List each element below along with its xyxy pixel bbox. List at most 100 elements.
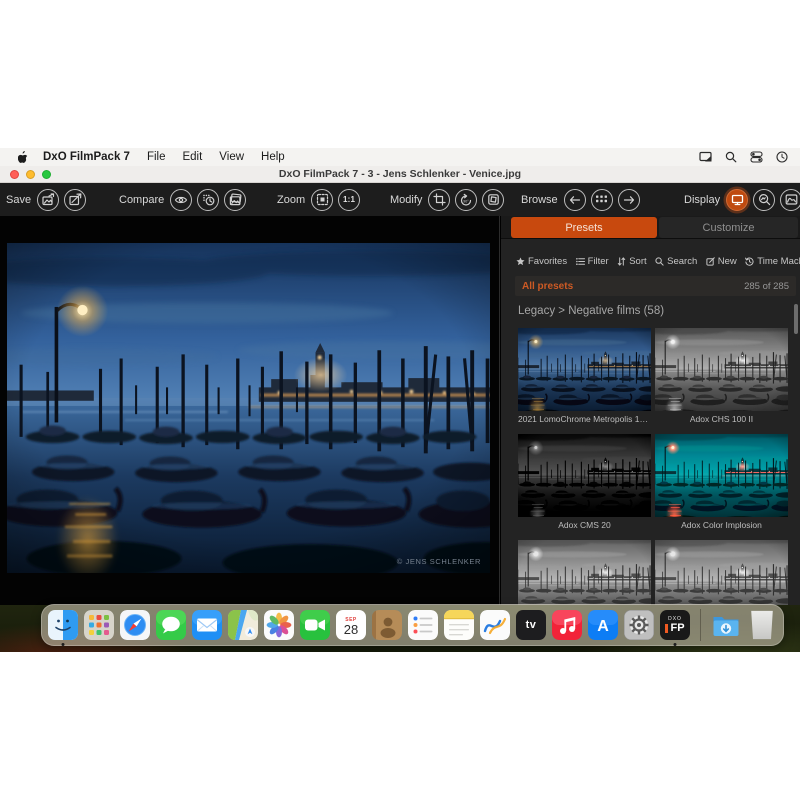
save-label: Save [6, 194, 31, 206]
safari-icon [120, 610, 150, 640]
preset-label: Adox CMS 20 [518, 520, 651, 530]
display-loupe-button[interactable] [753, 189, 775, 211]
menu-help[interactable]: Help [261, 151, 285, 163]
dock-contacts[interactable] [372, 610, 402, 640]
preset-thumbnail[interactable] [518, 540, 651, 605]
apple-menu[interactable] [18, 151, 29, 164]
preset-thumbnail[interactable]: 2021 LomoChrome Metropolis 100-... [518, 328, 651, 424]
frame-button[interactable] [482, 189, 504, 211]
arrow-right-icon [623, 195, 635, 205]
rotate-90-button[interactable]: 90° [455, 189, 477, 211]
preset-label: Adox Color Implosion [655, 520, 788, 530]
modify-label: Modify [390, 194, 422, 206]
minimize-button[interactable] [26, 170, 35, 179]
menu-view[interactable]: View [219, 151, 244, 163]
thumbnail-grid-button[interactable] [591, 189, 613, 211]
next-image-button[interactable] [618, 189, 640, 211]
previous-image-button[interactable] [564, 189, 586, 211]
dock-photos[interactable] [264, 610, 294, 640]
dock-system-settings[interactable] [624, 610, 654, 640]
crop-button[interactable] [428, 189, 450, 211]
spotlight-icon[interactable] [725, 151, 737, 163]
dock-safari[interactable] [120, 610, 150, 640]
presets-count: 285 of 285 [744, 281, 789, 292]
all-presets-label: All presets [522, 281, 573, 292]
filter-button[interactable]: Filter [576, 256, 609, 267]
dock-finder[interactable] [48, 610, 78, 640]
zoom-group: Zoom 1:1 [277, 183, 360, 216]
dock-music[interactable] [552, 610, 582, 640]
browse-group: Browse [521, 183, 640, 216]
all-presets-filter[interactable]: All presets 285 of 285 [515, 276, 796, 296]
zoom-fit-button[interactable] [311, 189, 333, 211]
dock-facetime[interactable] [300, 610, 330, 640]
dock-launchpad[interactable] [84, 610, 114, 640]
photo-watermark: © JENS SCHLENKER [397, 557, 481, 566]
dxo-fp-label: FP [670, 623, 684, 634]
grid-icon [596, 194, 607, 205]
dock-app-store[interactable]: A [588, 610, 618, 640]
star-icon [516, 257, 525, 266]
compare-preview-button[interactable] [170, 189, 192, 211]
export-image-button[interactable] [37, 189, 59, 211]
image-canvas: © JENS SCHLENKER [0, 216, 500, 605]
zoom-window-button[interactable] [42, 170, 51, 179]
save-group: Save [6, 183, 86, 216]
compare-label: Compare [119, 194, 164, 206]
dock-messages[interactable] [156, 610, 186, 640]
preset-thumbnail[interactable]: Adox CHS 100 II [655, 328, 788, 424]
tab-presets[interactable]: Presets [511, 217, 657, 238]
display-histogram-button[interactable] [780, 189, 800, 211]
main-photo[interactable]: © JENS SCHLENKER [7, 243, 490, 573]
zoom-100-button[interactable]: 1:1 [338, 189, 360, 211]
export-edited-button[interactable] [64, 189, 86, 211]
dock-downloads[interactable] [711, 610, 741, 640]
music-icon [552, 610, 582, 640]
presets-panel: Presets Customize Favorites Filter Sort [501, 216, 800, 605]
dock-mail[interactable] [192, 610, 222, 640]
preset-label: 2021 LomoChrome Metropolis 100-... [518, 414, 651, 424]
compare-collection-button[interactable] [224, 189, 246, 211]
dock-reminders[interactable] [408, 610, 438, 640]
favorites-button[interactable]: Favorites [516, 256, 567, 267]
dock-notes[interactable] [444, 610, 474, 640]
compare-history-button[interactable] [197, 189, 219, 211]
new-preset-button[interactable]: New [706, 256, 737, 267]
loupe-image-icon [758, 193, 771, 206]
menubar-app-name[interactable]: DxO FilmPack 7 [43, 151, 130, 163]
zoom-label: Zoom [277, 194, 305, 206]
dock-maps[interactable] [228, 610, 258, 640]
close-button[interactable] [10, 170, 19, 179]
menu-edit[interactable]: Edit [182, 151, 202, 163]
preset-thumbnail[interactable] [655, 540, 788, 605]
screen-mirroring-icon[interactable] [699, 151, 712, 163]
reminders-icon [408, 610, 438, 640]
dock-dxo-filmpack[interactable]: DXO FP [660, 610, 690, 640]
search-button[interactable]: Search [655, 256, 697, 267]
display-screen-button[interactable] [726, 189, 748, 211]
time-machine-button[interactable]: Time Machine [745, 256, 800, 267]
finder-icon [48, 610, 78, 640]
sort-button[interactable]: Sort [617, 256, 646, 267]
preset-thumbnail[interactable]: Adox CMS 20 [518, 434, 651, 530]
dock-trash[interactable] [747, 610, 777, 640]
sort-icon [617, 257, 626, 266]
image-stack-icon [229, 193, 242, 206]
clock-icon[interactable] [776, 151, 788, 163]
maps-icon [228, 610, 258, 640]
presets-actions-bar: Favorites Filter Sort Search New [516, 256, 794, 267]
panel-scrollbar[interactable] [794, 304, 798, 334]
history-icon [202, 193, 215, 206]
menu-bar: DxO FilmPack 7 File Edit View Help [0, 148, 800, 166]
compare-group: Compare [119, 183, 246, 216]
photos-icon [264, 610, 294, 640]
control-center-icon[interactable] [750, 151, 763, 163]
freeform-icon [480, 610, 510, 640]
dock-freeform[interactable] [480, 610, 510, 640]
menu-file[interactable]: File [147, 151, 166, 163]
dock-calendar[interactable]: SEP 28 [336, 610, 366, 640]
dock-apple-tv[interactable]: tv [516, 610, 546, 640]
tab-customize[interactable]: Customize [659, 217, 798, 238]
preset-thumbnail[interactable]: Adox Color Implosion [655, 434, 788, 530]
section-title[interactable]: Legacy > Negative films (58) [518, 305, 664, 317]
